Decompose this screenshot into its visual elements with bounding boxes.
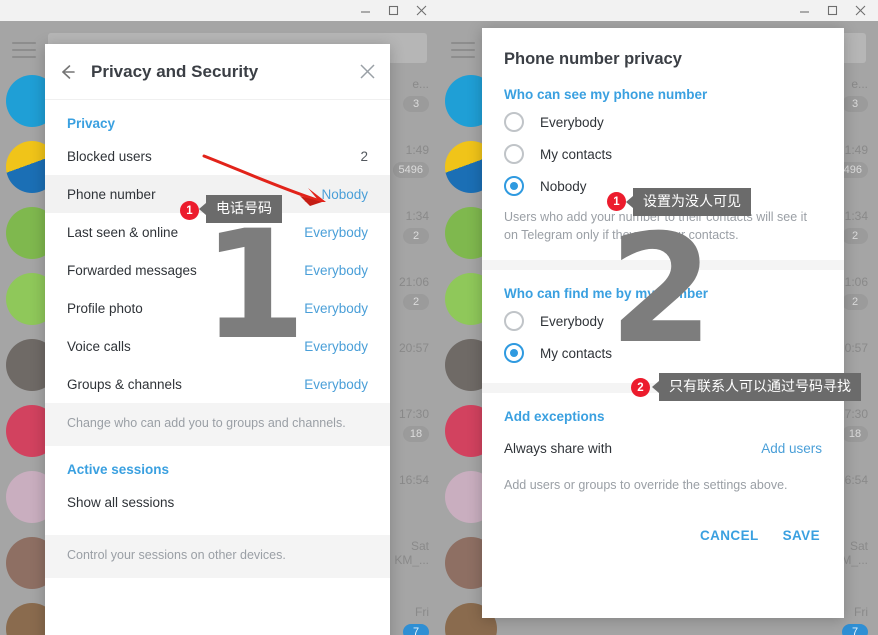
chat-unread-badge: 2: [842, 228, 868, 244]
section-who-can-find-label: Who can find me by my number: [504, 286, 709, 301]
privacy-row-value[interactable]: Nobody: [321, 187, 368, 202]
annotation-tooltip-my-contacts: 只有联系人可以通过号码寻找: [652, 373, 861, 401]
active-sessions-label[interactable]: Active sessions: [45, 446, 390, 483]
menu-icon[interactable]: [12, 37, 36, 63]
radio-option-label: Everybody: [540, 313, 604, 329]
radio-selected-icon[interactable]: [504, 343, 524, 363]
chat-unread-badge: 2: [403, 228, 429, 244]
chat-unread-badge: 7: [403, 624, 429, 635]
close-icon[interactable]: [407, 0, 435, 21]
right-window: e... 3 1:49 5496 1:34 2 21:06 2 20:57 17:30 18 16:5…: [439, 0, 878, 635]
annotation-badge-1: 1: [180, 201, 199, 220]
radio-option[interactable]: Everybody: [482, 305, 844, 337]
add-users-button[interactable]: Add users: [761, 441, 822, 456]
always-share-with-label: Always share with: [504, 440, 613, 456]
privacy-row-label: Voice calls: [67, 338, 131, 354]
radio-option[interactable]: My contacts: [482, 337, 844, 369]
menu-icon[interactable]: [451, 37, 475, 63]
minimize-icon[interactable]: [790, 0, 818, 21]
privacy-row-label: Forwarded messages: [67, 262, 197, 278]
privacy-section-label: Privacy: [67, 116, 116, 131]
add-exceptions-description: Add users or groups to override the sett…: [504, 478, 788, 492]
privacy-row-value[interactable]: Everybody: [304, 301, 368, 316]
privacy-row[interactable]: Forwarded messages Everybody: [45, 251, 390, 289]
privacy-row-value[interactable]: Everybody: [304, 339, 368, 354]
privacy-and-security-dialog: Privacy and Security Privacy Blocked use…: [45, 44, 390, 635]
privacy-row-label: Phone number: [67, 186, 156, 202]
privacy-row-value[interactable]: Everybody: [304, 263, 368, 278]
privacy-row-value[interactable]: Everybody: [304, 225, 368, 240]
left-window: e... 3 1:49 5496 1:34 2 21:06 2 20:57 17:30 18 16:5…: [0, 0, 439, 635]
annotation-badge-1: 1: [607, 192, 626, 211]
annotation-badge-2: 2: [631, 378, 650, 397]
radio-option-label: Nobody: [540, 178, 587, 194]
privacy-row-label: Last seen & online: [67, 224, 179, 240]
privacy-row[interactable]: Blocked users 2: [45, 137, 390, 175]
close-icon[interactable]: [344, 63, 390, 80]
close-icon[interactable]: [846, 0, 874, 21]
maximize-icon[interactable]: [818, 0, 846, 21]
privacy-row[interactable]: Profile photo Everybody: [45, 289, 390, 327]
radio-selected-icon[interactable]: [504, 176, 524, 196]
always-share-with-row[interactable]: Always share with Add users: [482, 428, 844, 468]
chat-unread-badge: 3: [842, 96, 868, 112]
chat-unread-badge: 18: [842, 426, 868, 442]
privacy-hint: Change who can add you to groups and cha…: [45, 403, 390, 446]
show-all-sessions-row[interactable]: Show all sessions: [45, 483, 390, 521]
radio-option[interactable]: Everybody: [482, 106, 844, 138]
show-all-sessions-label: Show all sessions: [67, 494, 175, 510]
cancel-button[interactable]: CANCEL: [700, 528, 759, 543]
radio-option[interactable]: My contacts: [482, 138, 844, 170]
chat-unread-badge: 2: [842, 294, 868, 310]
save-button[interactable]: SAVE: [783, 528, 820, 543]
chat-unread-badge: 3: [403, 96, 429, 112]
dialog-title: Phone number privacy: [504, 50, 682, 68]
maximize-icon[interactable]: [379, 0, 407, 21]
privacy-row-value[interactable]: Everybody: [304, 377, 368, 392]
page-title: Privacy and Security: [91, 61, 259, 81]
privacy-row[interactable]: Voice calls Everybody: [45, 327, 390, 365]
radio-option-label: Everybody: [540, 114, 604, 130]
who-can-find-options: Everybody My contacts: [482, 305, 844, 369]
privacy-row-label: Profile photo: [67, 300, 143, 316]
section-divider: [482, 260, 844, 270]
radio-unselected-icon[interactable]: [504, 144, 524, 164]
chat-unread-badge: 2: [403, 294, 429, 310]
titlebar-left: [0, 0, 439, 21]
radio-option-label: My contacts: [540, 345, 613, 361]
window-controls-left: [351, 0, 435, 21]
section-who-can-see-label: Who can see my phone number: [504, 87, 708, 102]
radio-option-label: My contacts: [540, 146, 613, 162]
privacy-row-label: Groups & channels: [67, 376, 182, 392]
titlebar-right: [439, 0, 878, 21]
radio-unselected-icon[interactable]: [504, 311, 524, 331]
sessions-hint: Control your sessions on other devices.: [45, 535, 390, 578]
privacy-row[interactable]: Groups & channels Everybody: [45, 365, 390, 403]
phone-number-privacy-dialog: Phone number privacy Who can see my phon…: [482, 28, 844, 618]
annotation-tooltip-phone-number: 电话号码: [199, 195, 282, 223]
privacy-row-value[interactable]: 2: [360, 149, 368, 164]
annotation-tooltip-nobody: 设置为没人可见: [626, 188, 751, 216]
privacy-row-label: Blocked users: [67, 148, 152, 164]
chat-unread-badge: 18: [403, 426, 429, 442]
radio-unselected-icon[interactable]: [504, 112, 524, 132]
minimize-icon[interactable]: [351, 0, 379, 21]
screenshot-root: e... 3 1:49 5496 1:34 2 21:06 2 20:57 17:30 18 16:5…: [0, 0, 878, 635]
dialog-actions: CANCEL SAVE: [482, 510, 844, 543]
chat-unread-badge: 7: [842, 624, 868, 635]
window-controls-right: [790, 0, 874, 21]
privacy-rows: Blocked users 2 Phone number Nobody Last see…: [45, 137, 390, 403]
arrow-left-icon[interactable]: [45, 62, 91, 82]
dialog-header: Privacy and Security: [45, 44, 390, 100]
chat-unread-badge: 5496: [392, 162, 429, 178]
